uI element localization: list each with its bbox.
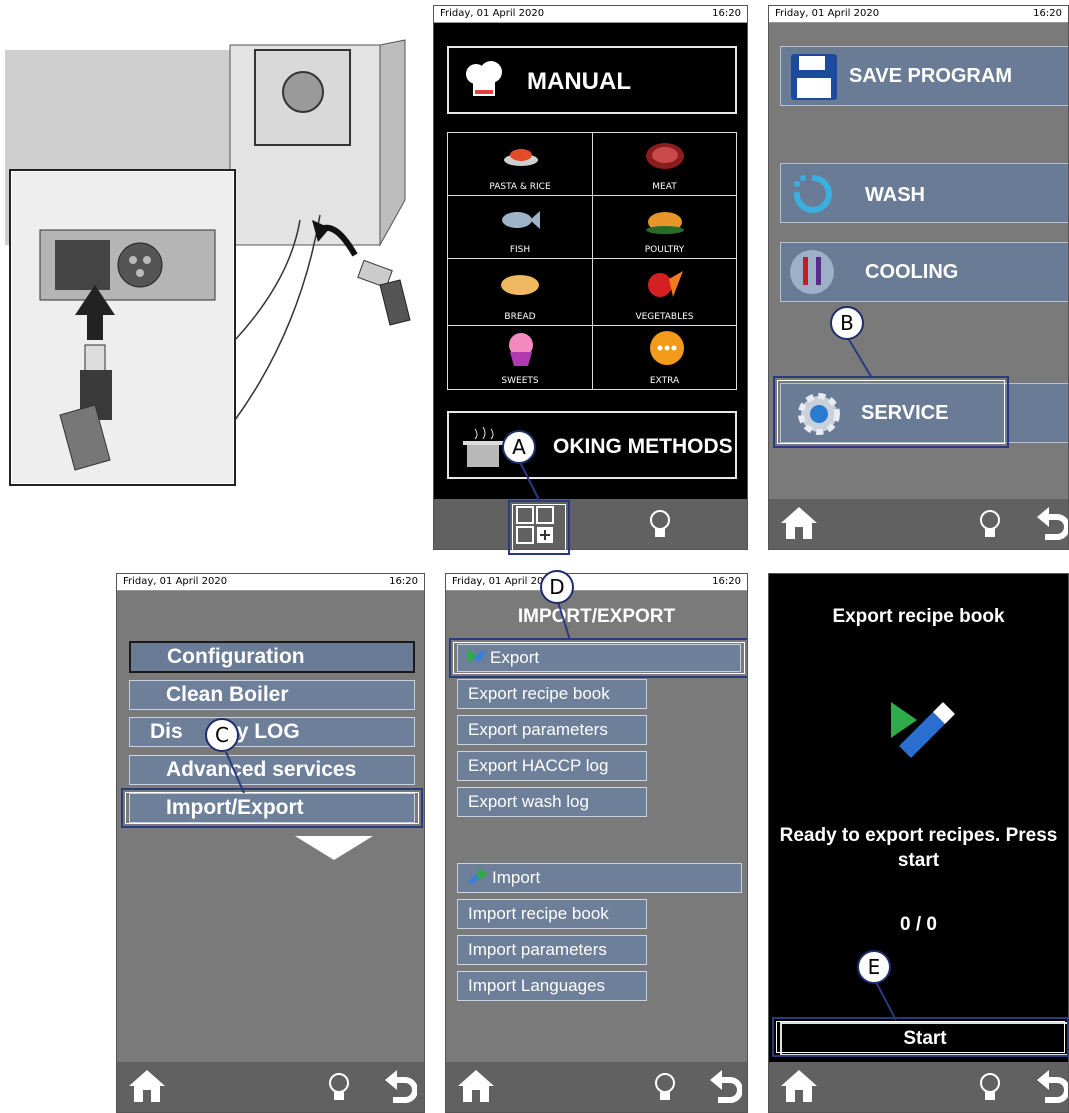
callout-leaders [225, 337, 897, 1021]
callout-e: E [857, 950, 891, 984]
callout-c: C [205, 718, 239, 752]
callout-a: A [502, 430, 536, 464]
callout-d: D [540, 570, 574, 604]
start-highlight [772, 1017, 1069, 1057]
apps-button-highlight [508, 500, 570, 555]
callout-b: B [830, 306, 864, 340]
